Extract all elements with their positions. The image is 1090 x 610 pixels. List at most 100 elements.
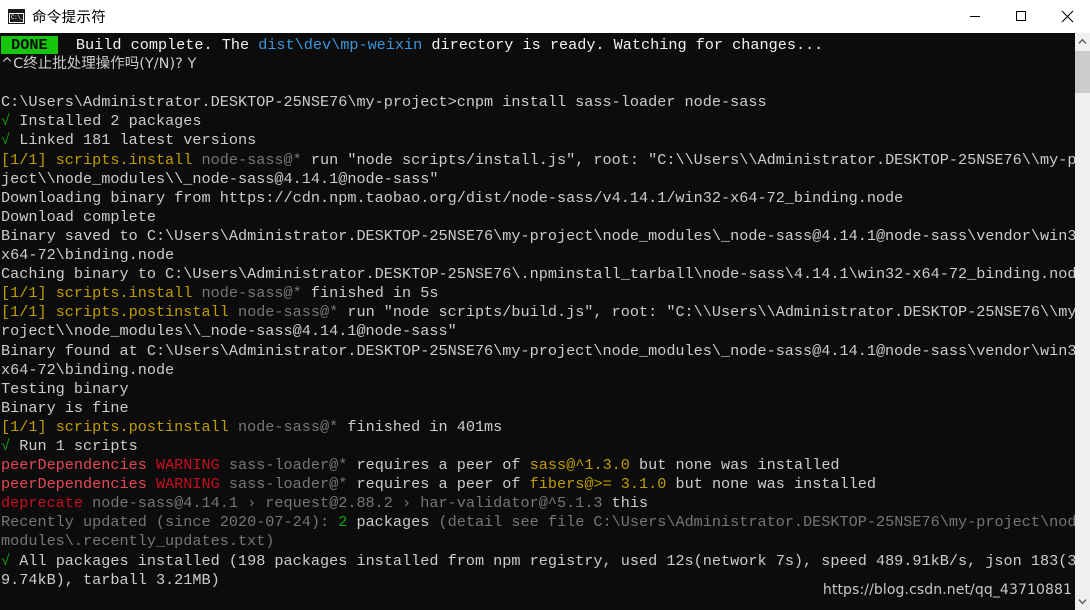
text-segment: but none was installed — [666, 475, 876, 494]
text-segment: Build complete. The — [57, 36, 259, 54]
text-segment: C:\Users\Administrator.DESKTOP-25NSE76\m… — [1, 93, 767, 112]
chevron-down-icon — [1078, 599, 1087, 605]
close-icon — [1061, 10, 1073, 22]
text-segment: Binary saved to C:\Users\Administrator.D… — [1, 226, 1075, 245]
line-scripts-postinstall-run: [1/1] scripts.postinstall node-sass@* ru… — [0, 303, 1075, 322]
line-recently-updated: Recently updated (since 2020-07-24): 2 p… — [0, 513, 1075, 532]
line-linked-181: √ Linked 181 latest versions — [0, 131, 1075, 150]
command-prompt-window: C:\_ 命令提示符 DONE Build complete. The dist… — [0, 0, 1090, 610]
text-segment: x64-72\binding.node — [1, 246, 175, 265]
line-scripts-postinstall-root-cont: roject\\node_modules\\_node-sass@4.14.1@… — [0, 322, 1075, 341]
text-segment: Testing binary — [1, 379, 129, 398]
text-segment: packages — [347, 513, 430, 532]
text-segment: ject\\node_modules\\_node-sass@4.14.1@no… — [1, 169, 439, 188]
text-segment: Downloading binary from https://cdn.npm.… — [1, 188, 904, 207]
text-segment: All packages installed (198 packages ins… — [10, 551, 1075, 570]
line-installed-2-packages: √ Installed 2 packages — [0, 112, 1075, 131]
minimize-icon — [970, 16, 980, 17]
text-segment: fibers@>= 3.1.0 — [529, 475, 667, 494]
text-segment: this — [611, 494, 649, 513]
text-segment: scripts.postinstall — [55, 417, 238, 436]
cmd-icon-bar — [9, 9, 24, 13]
status-badge-done: DONE — [1, 36, 58, 54]
text-segment: dist\dev\mp-weixin — [258, 36, 423, 54]
text-segment: run ″node scripts/build.js″, root: ″C:\\… — [347, 303, 1075, 322]
cmd-icon-glyph: C:\_ — [10, 13, 24, 22]
text-segment: sass-loader@* — [228, 456, 357, 475]
terminal-area: DONE Build complete. The dist\dev\mp-wei… — [0, 33, 1090, 610]
text-segment: finished in 5s — [310, 284, 439, 303]
text-segment: directory is ready. Watching for changes… — [422, 36, 824, 54]
text-segment: roject\\node_modules\\_node-sass@4.14.1@… — [1, 322, 457, 341]
text-segment: √ — [1, 131, 11, 150]
text-segment: node-sass@* — [201, 284, 311, 303]
text-segment: Binary is fine — [1, 398, 129, 417]
line-downloading-binary: Downloading binary from https://cdn.npm.… — [0, 189, 1075, 208]
line-prompt-cnpm-install: C:\Users\Administrator.DESKTOP-25NSE76\m… — [0, 93, 1075, 112]
line-scripts-postinstall-finished: [1/1] scripts.postinstall node-sass@* fi… — [0, 418, 1075, 437]
line-binary-saved: Binary saved to C:\Users\Administrator.D… — [0, 227, 1075, 246]
close-button[interactable] — [1044, 0, 1090, 32]
text-segment: 2 — [338, 513, 348, 532]
text-segment: √ — [1, 551, 11, 570]
text-segment: ^C终止批处理操作吗(Y/N)? Y — [1, 56, 197, 73]
text-segment: [1/1] — [1, 303, 56, 322]
text-segment: (detail see file C:\Users\Administrator.… — [429, 513, 1075, 532]
scrollbar-up-button[interactable] — [1075, 33, 1090, 50]
scrollbar-track[interactable] — [1075, 50, 1090, 593]
text-segment: finished in 401ms — [347, 417, 503, 436]
line-build-complete: DONE Build complete. The dist\dev\mp-wei… — [0, 36, 1075, 55]
line-run-1-scripts: √ Run 1 scripts — [0, 437, 1075, 456]
text-segment: run ″node scripts/install.js″, root: ″C:… — [310, 150, 1075, 169]
text-segment: sass@^1.3.0 — [529, 456, 630, 475]
text-segment: scripts.install — [55, 150, 202, 169]
maximize-icon — [1016, 11, 1026, 21]
text-segment: peerDependencies — [1, 456, 156, 475]
text-segment: sass-loader@* — [228, 475, 357, 494]
text-segment: √ — [1, 112, 11, 131]
maximize-button[interactable] — [998, 0, 1044, 32]
text-segment: requires a peer of — [356, 475, 530, 494]
line-binary-found-cont: x64-72\binding.node — [0, 361, 1075, 380]
text-segment: [1/1] — [1, 284, 56, 303]
text-segment: node-sass@* — [201, 150, 311, 169]
text-segment: deprecate — [1, 494, 93, 513]
text-segment: requires a peer of — [356, 456, 530, 475]
text-segment: Download complete — [1, 207, 156, 226]
line-caching-binary: Caching binary to C:\Users\Administrator… — [0, 265, 1075, 284]
text-segment: node-sass@4.14.1 › request@2.88.2 › har-… — [92, 494, 612, 513]
line-download-complete: Download complete — [0, 208, 1075, 227]
vertical-scrollbar[interactable] — [1075, 33, 1090, 610]
line-all-packages-installed: √ All packages installed (198 packages i… — [0, 552, 1075, 571]
text-segment: [1/1] — [1, 417, 56, 436]
text-segment: √ — [1, 436, 11, 455]
watermark-url: https://blog.csdn.net/qq_43710881 — [822, 582, 1072, 598]
title-bar[interactable]: C:\_ 命令提示符 — [0, 0, 1090, 33]
scrollbar-down-button[interactable] — [1075, 593, 1090, 610]
line-deprecate: deprecate node-sass@4.14.1 › request@2.8… — [0, 494, 1075, 513]
line-blank-1 — [0, 74, 1075, 93]
text-segment: Linked 181 latest versions — [10, 131, 257, 150]
scrollbar-thumb[interactable] — [1075, 51, 1090, 93]
title-bar-left: C:\_ 命令提示符 — [0, 6, 106, 27]
minimize-button[interactable] — [952, 0, 998, 32]
line-binary-saved-cont: x64-72\binding.node — [0, 246, 1075, 265]
line-scripts-install-finished: [1/1] scripts.install node-sass@* finish… — [0, 284, 1075, 303]
text-segment: 9.74kB), tarball 3.21MB) — [1, 570, 220, 589]
text-segment: [1/1] — [1, 150, 56, 169]
text-segment: Installed 2 packages — [10, 112, 202, 131]
text-segment: scripts.postinstall — [55, 303, 238, 322]
text-segment: node-sass@* — [237, 417, 348, 436]
console-output[interactable]: DONE Build complete. The dist\dev\mp-wei… — [0, 33, 1075, 610]
line-scripts-install-root-cont: ject\\node_modules\\_node-sass@4.14.1@no… — [0, 170, 1075, 189]
window-title: 命令提示符 — [32, 9, 106, 26]
line-peerdep-warning-fibers: peerDependencies WARNING sass-loader@* r… — [0, 475, 1075, 494]
text-segment: peerDependencies — [1, 475, 156, 494]
line-terminate-batch: ^C终止批处理操作吗(Y/N)? Y — [0, 55, 1075, 74]
text-segment: modules\.recently_updates.txt) — [1, 532, 275, 551]
cmd-icon: C:\_ — [8, 8, 25, 24]
text-segment: Recently updated (since 2020-07-24): — [1, 513, 339, 532]
line-binary-is-fine: Binary is fine — [0, 399, 1075, 418]
line-scripts-install-run: [1/1] scripts.install node-sass@* run ″n… — [0, 151, 1075, 170]
line-testing-binary: Testing binary — [0, 380, 1075, 399]
